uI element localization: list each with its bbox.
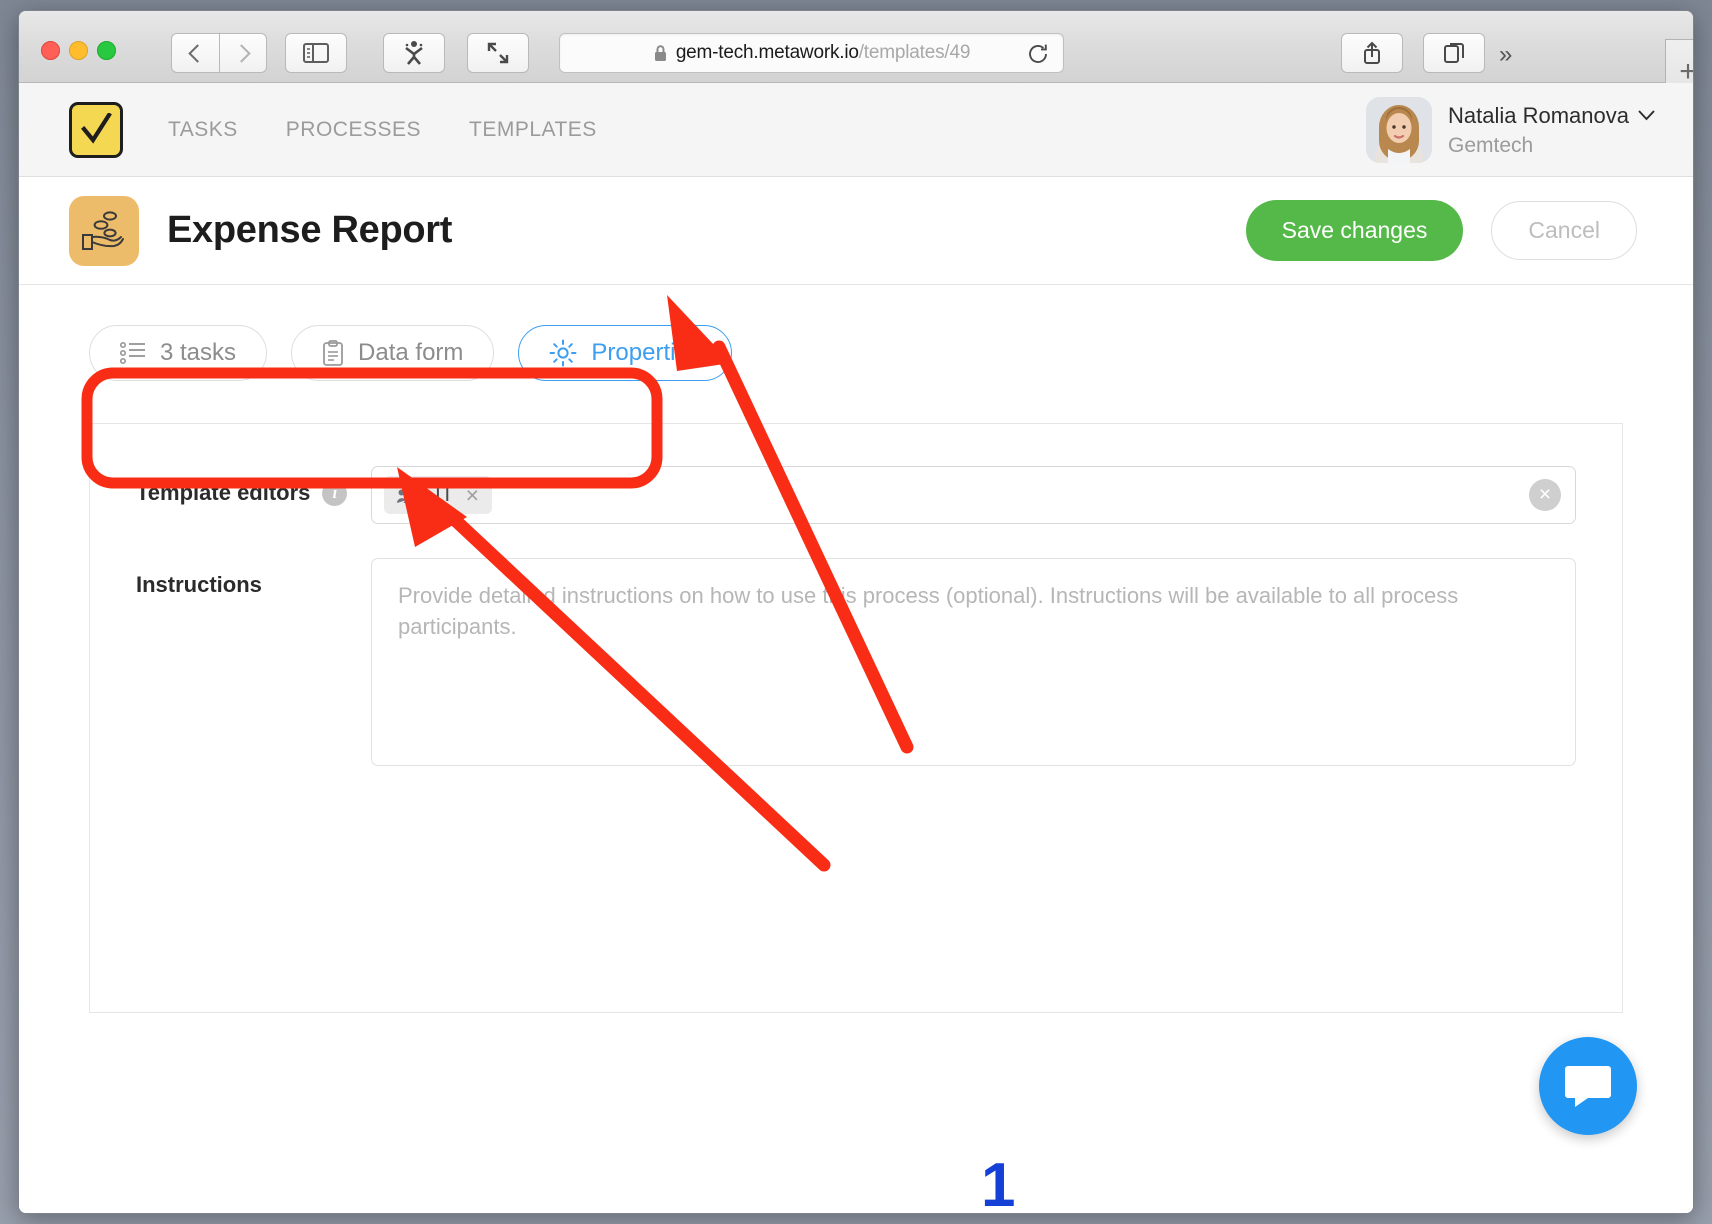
instructions-label: Instructions [136,572,262,597]
content-area: 3 tasks Data form Properties Template ed… [19,285,1693,1213]
title-actions: Save changes Cancel [1245,200,1637,261]
info-icon[interactable]: i [322,480,348,506]
task-list-icon [120,341,145,365]
user-text-block: Natalia Romanova Gemtech [1448,103,1655,158]
properties-panel: Template editors i IT × × Instructions P… [89,423,1623,1013]
reload-button[interactable] [1027,43,1049,70]
avatar [1366,97,1433,163]
sidebar-toggle-icon [303,43,329,63]
editor-chip-it[interactable]: IT × [384,476,493,514]
main-nav: TASKS PROCESSES TEMPLATES [168,118,597,142]
app-header: TASKS PROCESSES TEMPLATES Natalia Romano… [19,83,1693,177]
more-toolbar-items-button[interactable]: » [1499,41,1512,69]
tab-data-form-label: Data form [358,339,464,366]
instructions-row: Instructions Provide detailed instructio… [90,524,1622,766]
clear-editors-button[interactable]: × [1529,479,1561,511]
template-tabs: 3 tasks Data form Properties [19,285,1693,381]
tab-data-form[interactable]: Data form [291,325,495,381]
fullscreen-icon [487,42,509,64]
nav-item-tasks[interactable]: TASKS [168,118,238,142]
window-controls [41,41,116,60]
template-editors-label: Template editors [136,480,311,505]
checkmark-logo-icon [81,112,112,144]
nav-item-templates[interactable]: TEMPLATES [469,118,597,142]
browser-window: gem-tech.metawork.io/templates/49 » TASK… [18,10,1694,1214]
editor-chip-remove-button[interactable]: × [466,483,479,507]
lock-icon [653,44,668,63]
annotation-number-1: 1 [981,1151,1016,1214]
template-editors-row: Template editors i IT × × [90,424,1622,524]
browser-toolbar: gem-tech.metawork.io/templates/49 » [19,11,1693,105]
chevron-right-icon [231,43,251,63]
tab-overview-icon [1444,43,1464,63]
nav-item-processes[interactable]: PROCESSES [286,118,421,142]
brand-button[interactable] [383,33,445,73]
forward-button[interactable] [219,33,267,73]
reload-icon [1029,44,1047,63]
instructions-textarea[interactable]: Provide detailed instructions on how to … [371,558,1576,766]
show-tabs-button[interactable] [1423,33,1485,73]
chevron-down-icon [1638,110,1655,121]
cancel-button[interactable]: Cancel [1491,201,1637,260]
url-path: /templates/49 [858,42,971,63]
url-host: gem-tech.metawork.io [675,42,859,63]
fullscreen-button[interactable] [467,33,529,73]
group-people-icon [397,487,423,503]
template-editors-input[interactable]: IT × × [371,466,1576,524]
user-name-row: Natalia Romanova [1448,103,1655,129]
user-org-label: Gemtech [1448,133,1534,157]
sidebar-toggle-button[interactable] [285,33,347,73]
desktop-backdrop: gem-tech.metawork.io/templates/49 » TASK… [0,0,1712,1224]
user-menu[interactable]: Natalia Romanova Gemtech [1366,97,1655,163]
chat-launcher-button[interactable] [1539,1037,1637,1135]
user-name-label: Natalia Romanova [1448,102,1629,128]
tab-properties[interactable]: Properties [518,325,732,381]
maximize-window-button[interactable] [97,41,116,60]
save-changes-button[interactable]: Save changes [1245,200,1464,261]
template-title-row: Expense Report Save changes Cancel [19,177,1693,285]
gear-icon [549,339,577,367]
chevron-left-icon [188,43,207,63]
minimize-window-button[interactable] [69,41,88,60]
tab-tasks-label: 3 tasks [160,339,237,366]
address-bar-text: gem-tech.metawork.io/templates/49 [675,42,971,64]
address-bar[interactable]: gem-tech.metawork.io/templates/49 [559,33,1064,73]
chat-bubble-icon [1565,1066,1611,1107]
tab-tasks[interactable]: 3 tasks [89,325,268,381]
back-button[interactable] [171,33,219,73]
brand-icon [405,41,423,65]
editor-chip-label: IT [435,483,454,506]
app-logo[interactable] [69,101,123,158]
page-title: Expense Report [167,209,453,251]
tab-properties-label: Properties [591,339,701,366]
share-button[interactable] [1341,33,1403,73]
template-editors-label-block: Template editors i [136,466,371,506]
expense-hand-coins-icon [69,195,139,266]
share-icon [1364,41,1380,64]
clipboard-icon [323,340,343,366]
close-window-button[interactable] [41,41,60,60]
